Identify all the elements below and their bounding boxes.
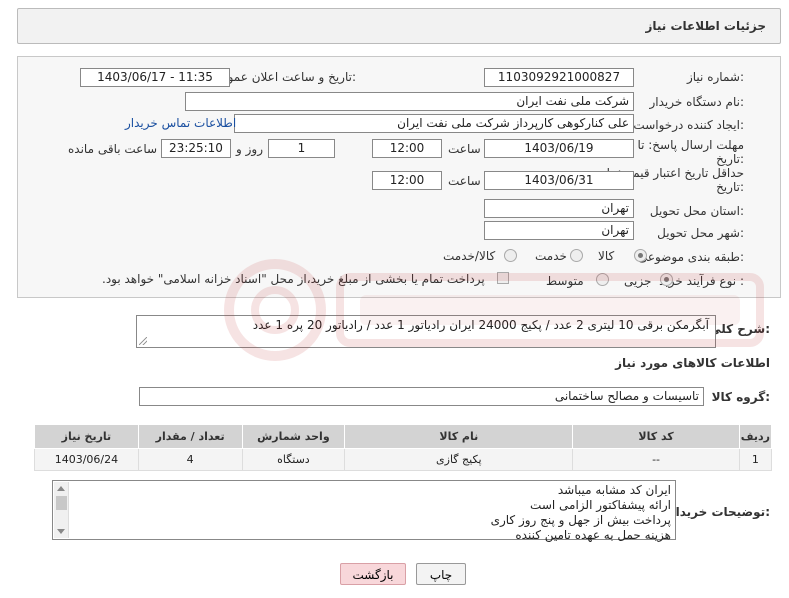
description-textarea[interactable]: آبگرمکن برقی 10 لیتری 2 عدد / پکیج 24000… [136, 315, 716, 348]
buyer-contact-link[interactable]: اطلاعات تماس خریدار [125, 116, 236, 130]
cell-unit: دستگاه [241, 448, 346, 471]
category-label: طبقه بندی موضوعی: [637, 250, 744, 264]
province-label: استان محل تحویل: [649, 204, 744, 218]
creator-field[interactable]: علی کنارکوهی کارپرداز شرکت ملی نفت ایران [234, 114, 634, 133]
scroll-down-icon[interactable] [57, 529, 65, 534]
category-service-label: خدمت [535, 249, 567, 263]
creator-label: ایجاد کننده درخواست: [633, 118, 744, 132]
process-minor-label: جزیی [624, 274, 652, 288]
buyer-org-field[interactable]: شرکت ملی نفت ایران [185, 92, 634, 111]
process-medium-radio[interactable] [596, 273, 609, 286]
announce-date-field[interactable]: 1403/06/17 - 11:35 [80, 68, 230, 87]
cell-need-date: 1403/06/24 [34, 448, 139, 471]
scroll-thumb[interactable] [56, 496, 67, 510]
notes-scrollbar[interactable] [54, 482, 69, 538]
table-row[interactable]: 1403/06/24 4 دستگاه پکیج گازی -- 1 [34, 448, 773, 471]
goods-info-title: اطلاعات کالاهای مورد نیاز [615, 356, 770, 370]
province-field[interactable]: تهران [484, 199, 634, 218]
process-medium-label: متوسط [546, 274, 584, 288]
deadline-date-label: تاریخ: [716, 152, 744, 166]
deadline-label: مهلت ارسال پاسخ: تا [637, 138, 744, 152]
need-number-field[interactable]: 1103092921000827 [484, 68, 634, 87]
validity-date-field[interactable]: 1403/06/31 [484, 171, 634, 190]
scroll-up-icon[interactable] [57, 486, 65, 491]
buyer-notes-label: توضیحات خریدار: [668, 505, 770, 519]
header-panel: جزئیات اطلاعات نیاز [17, 8, 781, 44]
col-need-date: تاریخ نیاز [34, 424, 139, 449]
resize-grip-icon[interactable] [139, 337, 147, 345]
col-goods-code: کد کالا [572, 424, 740, 449]
goods-group-label: گروه کالا: [711, 390, 770, 404]
cell-goods-code: -- [572, 448, 740, 471]
treasury-payment-checkbox[interactable] [497, 272, 509, 284]
notes-line: پرداخت بیش از جهل و پنج روز کاری [490, 513, 671, 527]
notes-line: ارائه پیشفاکتور الزامی است [530, 498, 671, 512]
validity-time-label: ساعت [448, 174, 481, 188]
category-service-radio[interactable] [570, 249, 583, 262]
col-quantity: تعداد / مقدار [137, 424, 243, 449]
validity-time-field[interactable]: 12:00 [372, 171, 442, 190]
city-field[interactable]: تهران [484, 221, 634, 240]
deadline-time-field[interactable]: 12:00 [372, 139, 442, 158]
deadline-time-label: ساعت [448, 142, 481, 156]
col-unit: واحد شمارش [241, 424, 346, 449]
deadline-date-field[interactable]: 1403/06/19 [484, 139, 634, 158]
buyer-notes-textarea[interactable]: ایران کد مشابه میباشد ارائه پیشفاکتور ال… [52, 480, 676, 543]
category-goods-radio[interactable] [634, 249, 647, 262]
category-both-label: کالا/خدمت [443, 249, 496, 263]
treasury-payment-note: پرداخت تمام یا بخشی از مبلغ خرید،از محل … [102, 272, 485, 286]
col-row: ردیف [738, 424, 773, 449]
cell-goods-name: پکیج گازی [344, 448, 574, 471]
description-text: آبگرمکن برقی 10 لیتری 2 عدد / پکیج 24000… [252, 318, 709, 332]
cell-quantity: 4 [137, 448, 243, 471]
buyer-notes-text: ایران کد مشابه میباشد ارائه پیشفاکتور ال… [71, 483, 671, 543]
page-title: جزئیات اطلاعات نیاز [645, 19, 766, 33]
process-minor-radio[interactable] [660, 273, 673, 286]
back-button[interactable]: بازگشت [340, 563, 406, 585]
remaining-time-field[interactable]: 23:25:10 [161, 139, 231, 158]
goods-table: تاریخ نیاز تعداد / مقدار واحد شمارش نام … [34, 424, 773, 471]
validity-date-label: تاریخ: [716, 180, 744, 194]
remaining-days-field[interactable]: 1 [268, 139, 335, 158]
category-goods-label: کالا [598, 249, 615, 263]
remaining-label: ساعت باقی مانده [68, 142, 158, 156]
print-button[interactable]: چاپ [416, 563, 466, 585]
city-label: شهر محل تحویل: [657, 226, 744, 240]
notes-line: ایران کد مشابه میباشد [557, 483, 671, 497]
goods-group-field[interactable]: تاسیسات و مصالح ساختمانی [139, 387, 704, 406]
notes-line: هزینه حمل به عهده تامین کننده [515, 528, 671, 542]
cell-row: 1 [738, 448, 773, 471]
announce-date-label: تاریخ و ساعت اعلان عمومی: [211, 70, 356, 84]
need-number-label: شماره نیاز: [686, 70, 744, 84]
col-goods-name: نام کالا [344, 424, 574, 449]
days-label: روز و [236, 142, 263, 156]
buyer-org-label: نام دستگاه خریدار: [649, 95, 745, 109]
category-both-radio[interactable] [504, 249, 517, 262]
